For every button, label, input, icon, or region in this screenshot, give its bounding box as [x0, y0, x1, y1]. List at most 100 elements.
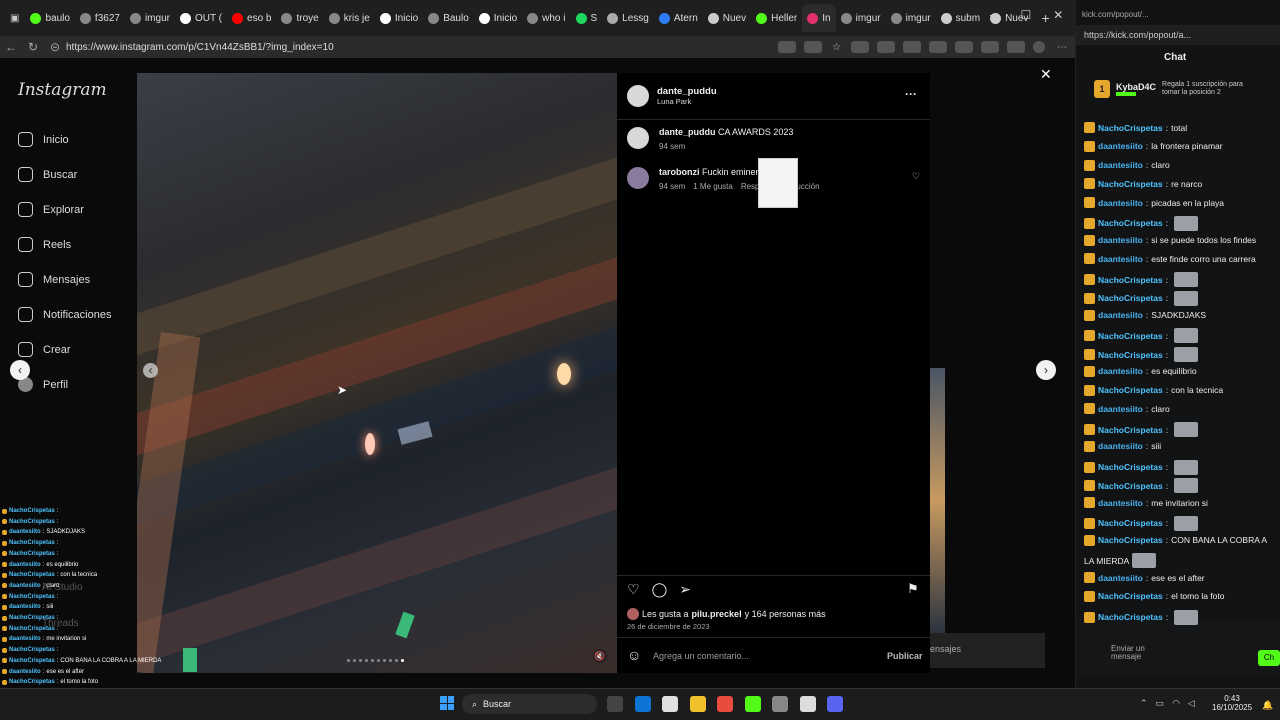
nav-item[interactable]: Crear — [18, 342, 71, 357]
message-input[interactable]: Enviar un mensaje — [1111, 645, 1151, 661]
taskbar-app-icon[interactable] — [744, 696, 761, 712]
browser-tab[interactable]: imgur — [125, 4, 175, 32]
browser-tab[interactable]: Lessg — [602, 4, 654, 32]
chat-username[interactable]: NachoCrispetas — [1098, 385, 1163, 395]
chat-username[interactable]: NachoCrispetas — [1098, 612, 1163, 622]
comment-time[interactable]: 94 sem — [659, 182, 685, 191]
caption-time[interactable]: 94 sem — [659, 142, 793, 151]
chat-username[interactable]: NachoCrispetas — [1098, 218, 1163, 228]
instagram-logo[interactable]: Instagram — [18, 80, 107, 100]
menu-icon[interactable]: ⋯ — [1057, 42, 1067, 53]
chat-username[interactable]: NachoCrispetas — [1098, 535, 1163, 545]
volume-icon[interactable]: ◁ — [1188, 698, 1195, 709]
extension-icon[interactable] — [877, 41, 895, 53]
comment-like-icon[interactable]: ♡ — [912, 171, 920, 182]
chat-username[interactable]: daantesiito — [1098, 235, 1143, 245]
start-icon[interactable] — [440, 696, 454, 710]
likes-summary[interactable]: Les gusta a pilu.preckel y 164 personas … — [627, 608, 826, 620]
taskbar-app-icon[interactable] — [717, 696, 733, 712]
extension-icon[interactable] — [981, 41, 999, 53]
taskbar-app-icon[interactable] — [827, 696, 843, 712]
browser-tab[interactable]: baulo — [25, 4, 74, 32]
browser-tab[interactable]: OUT ( — [175, 4, 227, 32]
chevron-up-icon[interactable]: ⌃ — [1140, 698, 1148, 709]
chat-username[interactable]: NachoCrispetas — [1098, 518, 1163, 528]
more-options-button[interactable]: ··· — [905, 87, 917, 101]
browser-tab[interactable]: who i — [522, 4, 570, 32]
back-icon[interactable]: ← — [0, 40, 22, 54]
browser-tab[interactable]: Baulo — [423, 4, 474, 32]
extension-icon[interactable] — [903, 41, 921, 53]
site-info-icon[interactable]: ⊝ — [44, 40, 66, 54]
browser-tab[interactable]: troye — [276, 4, 323, 32]
kick-tab[interactable]: kick.com/popout/... — [1082, 10, 1149, 19]
browser-tab[interactable]: Inicio — [474, 4, 522, 32]
chat-username[interactable]: NachoCrispetas — [1098, 293, 1163, 303]
close-window-button[interactable]: ✕ — [1053, 8, 1063, 22]
pinned-gift-banner[interactable]: 1 KybaD4C Regala 1 suscripción para toma… — [1094, 80, 1244, 98]
system-tray[interactable]: ⌃ ▭ ◠ ◁ — [1140, 698, 1195, 709]
author-avatar[interactable] — [627, 85, 649, 107]
save-bookmark-icon[interactable]: ⚑ — [907, 581, 919, 597]
browser-tab[interactable]: In — [802, 4, 836, 32]
post-media[interactable]: ➤ ‹ 🔇 — [137, 73, 617, 673]
chat-username[interactable]: NachoCrispetas — [1098, 123, 1163, 133]
chat-username[interactable]: NachoCrispetas — [1098, 481, 1163, 491]
chat-username[interactable]: daantesiito — [1098, 254, 1143, 264]
mute-icon[interactable]: 🔇 — [593, 649, 607, 663]
taskbar-app-icon[interactable] — [689, 696, 706, 712]
wifi-icon[interactable]: ◠ — [1172, 698, 1180, 709]
chat-username[interactable]: NachoCrispetas — [1098, 350, 1163, 360]
nav-item[interactable]: Perfil — [18, 377, 68, 392]
share-icon[interactable]: ➢ — [679, 581, 691, 598]
publish-button[interactable]: Publicar — [887, 651, 923, 661]
browser-tab[interactable]: Atern — [654, 4, 703, 32]
chat-username[interactable]: NachoCrispetas — [1098, 425, 1163, 435]
taskbar-app-icon[interactable] — [799, 696, 816, 712]
chat-username[interactable]: NachoCrispetas — [1098, 591, 1163, 601]
browser-tab[interactable]: kris je — [324, 4, 375, 32]
browser-tab[interactable]: Nuev — [703, 4, 751, 32]
media-prev-button[interactable]: ‹ — [143, 363, 158, 378]
chat-username[interactable]: daantesiito — [1098, 310, 1143, 320]
nav-item[interactable]: Mensajes — [18, 272, 90, 287]
taskbar-app-icon[interactable] — [607, 696, 623, 712]
taskbar-app-icon[interactable] — [634, 696, 651, 712]
extension-icon[interactable] — [804, 41, 823, 53]
nav-item[interactable]: Notificaciones — [18, 307, 111, 322]
post-location[interactable]: Luna Park — [657, 97, 717, 106]
nav-item[interactable]: Reels — [18, 237, 71, 252]
extension-icon[interactable] — [1007, 41, 1025, 53]
chat-username[interactable]: NachoCrispetas — [1098, 179, 1163, 189]
chat-username[interactable]: daantesiito — [1098, 404, 1143, 414]
network-icon[interactable]: ▭ — [1156, 698, 1165, 709]
browser-tab[interactable]: Inicio — [375, 4, 423, 32]
maximize-button[interactable]: ☐ — [1021, 8, 1032, 22]
browser-tab[interactable]: imgur — [886, 4, 936, 32]
taskbar-app-icon[interactable] — [772, 696, 788, 712]
nav-item[interactable]: Explorar — [18, 202, 84, 217]
like-icon[interactable]: ♡ — [627, 581, 640, 598]
caption-username[interactable]: dante_puddu — [659, 127, 716, 137]
taskbar-app-icon[interactable] — [662, 696, 678, 712]
chat-username[interactable]: daantesiito — [1098, 498, 1143, 508]
chat-username[interactable]: NachoCrispetas — [1098, 275, 1163, 285]
chat-username[interactable]: daantesiito — [1098, 573, 1143, 583]
chat-username[interactable]: daantesiito — [1098, 366, 1143, 376]
browser-tab[interactable]: f3627 — [75, 4, 125, 32]
close-modal-button[interactable]: ✕ — [1040, 66, 1052, 83]
chat-username[interactable]: daantesiito — [1098, 141, 1143, 151]
browser-tab[interactable]: S — [571, 4, 603, 32]
next-post-button[interactable]: › — [1036, 360, 1056, 380]
comment-username[interactable]: tarobonzi — [659, 167, 700, 177]
notification-bell-icon[interactable]: 🔔 — [1262, 700, 1273, 711]
browser-tab[interactable]: eso b — [227, 4, 276, 32]
extension-icon[interactable] — [955, 41, 973, 53]
extension-icon[interactable] — [929, 41, 947, 53]
extension-icon[interactable] — [778, 41, 797, 53]
bookmark-star-icon[interactable]: ☆ — [832, 42, 841, 53]
browser-tab[interactable]: subm — [936, 4, 985, 32]
prev-post-button[interactable]: ‹ — [10, 360, 30, 380]
url-field[interactable]: https://www.instagram.com/p/C1Vn44ZsBB1/… — [66, 42, 774, 53]
taskbar-search[interactable]: ⌕ Buscar — [462, 694, 597, 714]
